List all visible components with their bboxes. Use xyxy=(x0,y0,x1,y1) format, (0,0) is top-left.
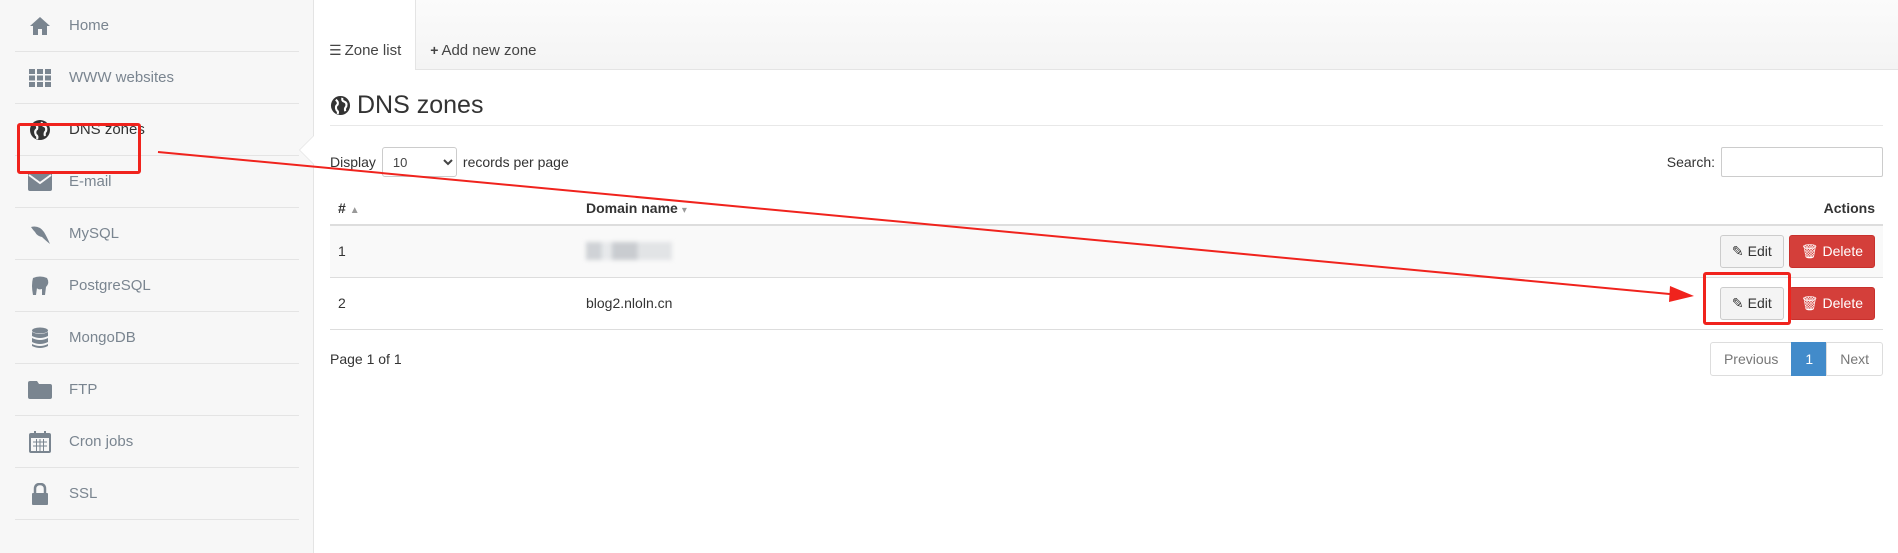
edit-button[interactable]: ✎ Edit xyxy=(1719,234,1784,268)
sidebar-item-label: DNS zones xyxy=(69,121,145,138)
page-size-select[interactable]: 10 xyxy=(381,147,457,177)
trash-icon: 🗑 xyxy=(1800,294,1819,311)
edit-button-label: Edit xyxy=(1747,243,1772,260)
main-content: ☰ Zone list + Add new zone DNS zones Dis… xyxy=(315,0,1898,553)
column-header-actions: Actions xyxy=(1107,192,1883,226)
sort-asc-icon: ▲ xyxy=(349,205,360,216)
sidebar-item-www-websites[interactable]: WWW websites xyxy=(15,52,299,104)
search-label: Search: xyxy=(1666,154,1715,170)
sidebar-item-label: E-mail xyxy=(69,173,112,190)
cell-actions: ✎ Edit 🗑 Delete xyxy=(1107,277,1883,330)
delete-button-label: Delete xyxy=(1822,295,1863,311)
sidebar-item-label: WWW websites xyxy=(69,69,174,86)
sidebar-item-label: Home xyxy=(69,17,110,34)
column-header-label: # xyxy=(338,200,346,216)
cell-domain: blog2.nloln.cn xyxy=(578,277,1108,330)
plus-icon: + xyxy=(430,42,439,58)
column-header-label: Domain name xyxy=(586,200,678,216)
active-caret xyxy=(300,136,314,164)
cell-number: 1 xyxy=(330,225,578,278)
cell-actions: ✎ Edit 🗑 Delete xyxy=(1107,225,1883,278)
table-header-row: # ▲ Domain name ▾ Actions xyxy=(330,192,1883,226)
sidebar-item-ssl[interactable]: SSL xyxy=(15,468,299,520)
sidebar-item-label: PostgreSQL xyxy=(69,277,151,294)
search-control: Search: xyxy=(1667,147,1883,177)
envelope-icon xyxy=(25,171,55,193)
tab-bar: ☰ Zone list + Add new zone xyxy=(315,0,1898,70)
tab-label: Zone list xyxy=(344,42,402,59)
edit-icon: ✎ xyxy=(1731,242,1744,259)
calendar-icon xyxy=(25,430,55,453)
edit-icon: ✎ xyxy=(1731,294,1744,311)
sidebar-item-ftp[interactable]: FTP xyxy=(15,364,299,416)
sort-icon: ▾ xyxy=(681,205,687,216)
table-row: 2 blog2.nloln.cn ✎ Edit 🗑 Delete xyxy=(330,277,1883,330)
trash-icon: 🗑 xyxy=(1800,242,1819,259)
page-size-control: Display 10 records per page xyxy=(330,147,569,177)
table-footer: Page 1 of 1 Previous 1 Next xyxy=(330,341,1883,376)
next-page-button[interactable]: Next xyxy=(1826,341,1883,376)
sidebar-item-label: MongoDB xyxy=(69,329,136,346)
delete-button[interactable]: 🗑 Delete xyxy=(1788,286,1875,320)
sidebar: Home WWW websites DNS zones E-mail MySQL… xyxy=(0,0,314,553)
sidebar-item-postgresql[interactable]: PostgreSQL xyxy=(15,260,299,312)
globe-icon xyxy=(25,119,55,141)
zones-table: # ▲ Domain name ▾ Actions 1 ✎ Edit 🗑 Del… xyxy=(330,192,1883,330)
app-window: Home WWW websites DNS zones E-mail MySQL… xyxy=(0,0,1898,553)
sidebar-item-mysql[interactable]: MySQL xyxy=(15,208,299,260)
column-header-domain[interactable]: Domain name ▾ xyxy=(578,192,1108,226)
zone-list-panel: DNS zones Display 10 records per page Se… xyxy=(315,90,1898,376)
search-input[interactable] xyxy=(1721,147,1883,177)
list-icon: ☰ xyxy=(329,42,342,58)
sidebar-item-email[interactable]: E-mail xyxy=(15,156,299,208)
previous-page-button[interactable]: Previous xyxy=(1709,341,1793,376)
sidebar-item-label: SSL xyxy=(69,485,98,502)
pagination: Previous 1 Next xyxy=(1709,341,1883,376)
cell-domain xyxy=(578,225,1108,278)
lock-icon xyxy=(25,482,55,505)
column-header-number[interactable]: # ▲ xyxy=(330,192,578,226)
sidebar-item-cron-jobs[interactable]: Cron jobs xyxy=(15,416,299,468)
records-per-page-label: records per page xyxy=(462,154,569,170)
grid-icon xyxy=(25,67,55,89)
sidebar-item-dns-zones[interactable]: DNS zones xyxy=(15,104,299,156)
page-button-current[interactable]: 1 xyxy=(1791,341,1828,376)
dolphin-icon xyxy=(25,223,55,245)
cell-number: 2 xyxy=(330,277,578,330)
table-toolbar: Display 10 records per page Search: xyxy=(330,144,1883,180)
page-info: Page 1 of 1 xyxy=(330,350,402,367)
edit-button-label: Edit xyxy=(1747,295,1772,311)
home-icon xyxy=(25,15,55,37)
tab-add-new-zone[interactable]: + Add new zone xyxy=(416,0,550,69)
delete-button-label: Delete xyxy=(1822,243,1863,260)
tab-label: Add new zone xyxy=(441,41,537,59)
globe-icon xyxy=(330,95,351,116)
table-row: 1 ✎ Edit 🗑 Delete xyxy=(330,225,1883,278)
redacted-domain xyxy=(586,242,672,261)
delete-button[interactable]: 🗑 Delete xyxy=(1788,234,1875,268)
page-title-text: DNS zones xyxy=(357,91,484,119)
database-icon xyxy=(25,327,55,349)
sidebar-item-label: Cron jobs xyxy=(69,433,134,450)
folder-icon xyxy=(25,379,55,401)
sidebar-item-label: MySQL xyxy=(69,225,120,242)
display-label: Display xyxy=(330,154,376,170)
elephant-icon xyxy=(25,275,55,297)
edit-button[interactable]: ✎ Edit xyxy=(1719,286,1784,320)
page-title: DNS zones xyxy=(330,90,1883,126)
tab-zone-list[interactable]: ☰ Zone list xyxy=(315,0,417,70)
sidebar-item-mongodb[interactable]: MongoDB xyxy=(15,312,299,364)
sidebar-item-label: FTP xyxy=(69,381,98,398)
sidebar-item-home[interactable]: Home xyxy=(15,0,299,52)
